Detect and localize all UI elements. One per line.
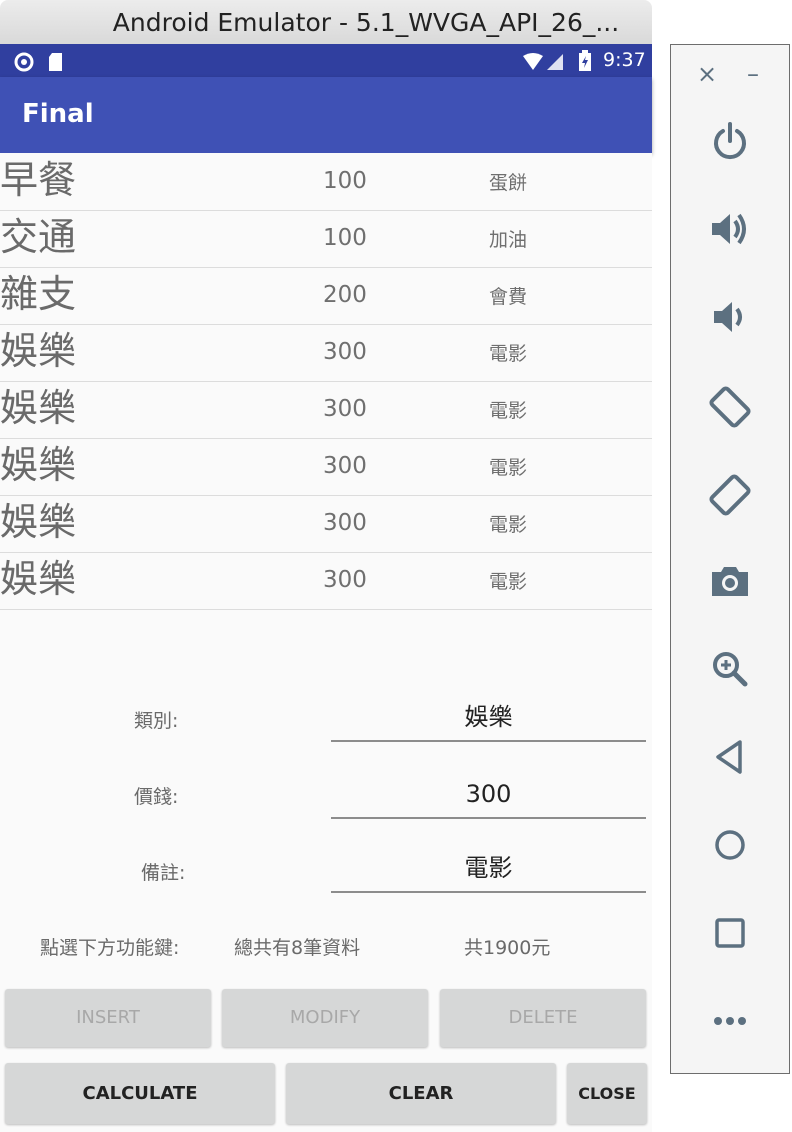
list-item[interactable]: 交通 100 加油 [0, 210, 652, 268]
window-title: Android Emulator - 5.1_WVGA_API_26_... [112, 8, 620, 37]
calculate-button[interactable]: CALCULATE [5, 1063, 275, 1124]
volume-down-icon[interactable] [671, 295, 789, 343]
record-note: 電影 [489, 457, 528, 479]
record-amount: 300 [323, 453, 367, 479]
list-item[interactable]: 娛樂 300 電影 [0, 324, 652, 382]
note-field[interactable]: 電影 [331, 845, 646, 893]
panel-window-controls: × – [671, 59, 789, 89]
panel-minimize-icon[interactable]: – [747, 59, 759, 89]
record-note: 電影 [489, 400, 528, 422]
record-note: 電影 [489, 514, 528, 536]
record-count: 總共有8筆資料 [234, 937, 361, 959]
list-item[interactable]: 娛樂 300 電影 [0, 381, 652, 439]
record-category: 雜支 [0, 272, 77, 316]
modify-button[interactable]: MODIFY [222, 989, 428, 1047]
record-category: 交通 [0, 215, 77, 259]
category-field[interactable]: 娛樂 [331, 694, 646, 742]
insert-button[interactable]: INSERT [5, 989, 211, 1047]
list-item[interactable]: 娛樂 300 電影 [0, 495, 652, 553]
record-category: 娛樂 [0, 443, 77, 487]
rotate-left-icon[interactable] [671, 383, 789, 435]
list-item[interactable]: 娛樂 300 電影 [0, 552, 652, 610]
rotate-right-icon[interactable] [671, 471, 789, 523]
app-content: 早餐 100 蛋餅 交通 100 加油 雜支 200 會費 娛樂 300 電影 … [0, 153, 652, 1132]
power-icon[interactable] [671, 119, 789, 167]
clear-button[interactable]: CLEAR [286, 1063, 556, 1124]
home-icon[interactable] [671, 823, 789, 871]
app-title: Final [22, 99, 94, 129]
more-icon[interactable] [671, 999, 789, 1047]
app-bar: Final [0, 77, 652, 153]
record-note: 會費 [489, 286, 528, 308]
record-note: 加油 [489, 229, 528, 251]
signal-wifi-icon [523, 53, 563, 70]
category-label: 類別: [134, 710, 179, 732]
notification-circle-icon [14, 52, 34, 72]
record-note: 電影 [489, 571, 528, 593]
record-amount: 100 [323, 168, 367, 194]
emulator-side-panel: × – [670, 44, 790, 1074]
delete-button[interactable]: DELETE [440, 989, 646, 1047]
record-category: 早餐 [0, 158, 77, 202]
close-button[interactable]: CLOSE [567, 1063, 647, 1124]
zoom-icon[interactable] [671, 647, 789, 695]
record-amount: 300 [323, 339, 367, 365]
record-amount: 300 [323, 396, 367, 422]
record-amount: 300 [323, 510, 367, 536]
battery-icon [579, 50, 591, 71]
list-item[interactable]: 早餐 100 蛋餅 [0, 153, 652, 211]
record-amount: 100 [323, 225, 367, 251]
summary-prompt: 點選下方功能鍵: [40, 937, 180, 959]
total-amount: 共1900元 [464, 937, 551, 959]
note-label: 備註: [141, 862, 186, 884]
overview-icon[interactable] [671, 911, 789, 959]
panel-close-icon[interactable]: × [697, 59, 717, 89]
status-time: 9:37 [603, 49, 646, 71]
status-bar: 9:37 [0, 44, 652, 77]
back-icon[interactable] [671, 735, 789, 783]
volume-up-icon[interactable] [671, 207, 789, 255]
record-category: 娛樂 [0, 500, 77, 544]
record-amount: 300 [323, 567, 367, 593]
camera-icon[interactable] [671, 559, 789, 607]
record-note: 蛋餅 [489, 172, 528, 194]
record-category: 娛樂 [0, 329, 77, 373]
record-category: 娛樂 [0, 386, 77, 430]
record-amount: 200 [323, 282, 367, 308]
record-note: 電影 [489, 343, 528, 365]
list-item[interactable]: 雜支 200 會費 [0, 267, 652, 325]
sd-card-icon [49, 53, 62, 71]
window-title-bar: Android Emulator - 5.1_WVGA_API_26_... [0, 0, 652, 44]
record-category: 娛樂 [0, 557, 77, 601]
price-label: 價錢: [134, 786, 179, 808]
list-item[interactable]: 娛樂 300 電影 [0, 438, 652, 496]
price-field[interactable]: 300 [331, 771, 646, 819]
